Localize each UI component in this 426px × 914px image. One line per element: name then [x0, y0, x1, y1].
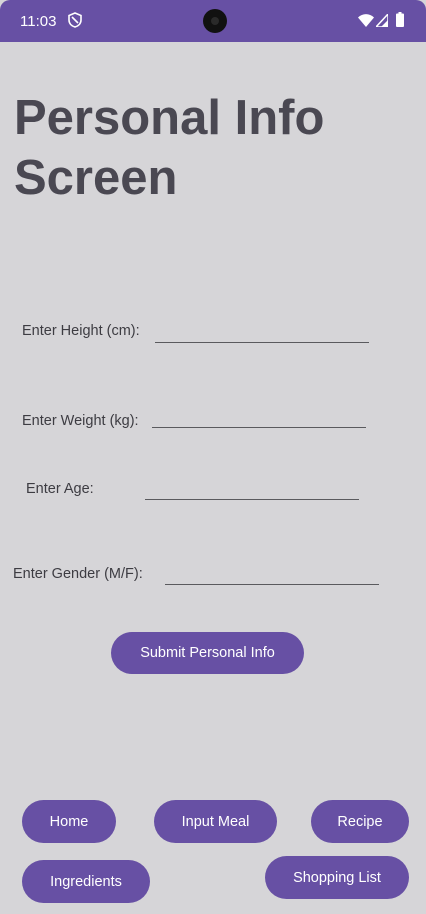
ingredients-button[interactable]: Ingredients [22, 860, 150, 903]
weight-label: Enter Weight (kg): [22, 413, 139, 429]
page-title-line-1: Personal Info [14, 91, 325, 145]
wifi-icon [358, 14, 374, 27]
camera-cutout [203, 9, 227, 33]
status-time: 11:03 [20, 13, 57, 30]
status-bar: 11:03 [0, 0, 426, 42]
home-button[interactable]: Home [22, 800, 116, 843]
weight-input[interactable] [152, 427, 366, 428]
shopping-list-button[interactable]: Shopping List [265, 856, 409, 899]
recipe-button[interactable]: Recipe [311, 800, 409, 843]
page-title: Personal Info Screen [14, 88, 414, 208]
shield-icon [68, 12, 82, 28]
gender-label: Enter Gender (M/F): [13, 566, 143, 582]
gender-input[interactable] [165, 584, 379, 585]
age-label: Enter Age: [26, 481, 94, 497]
battery-icon [396, 12, 404, 27]
height-label: Enter Height (cm): [22, 323, 140, 339]
page-title-line-2: Screen [14, 151, 178, 205]
signal-icon [376, 14, 388, 27]
age-input[interactable] [145, 499, 359, 500]
submit-personal-info-button[interactable]: Submit Personal Info [111, 632, 304, 674]
height-input[interactable] [155, 342, 369, 343]
input-meal-button[interactable]: Input Meal [154, 800, 277, 843]
